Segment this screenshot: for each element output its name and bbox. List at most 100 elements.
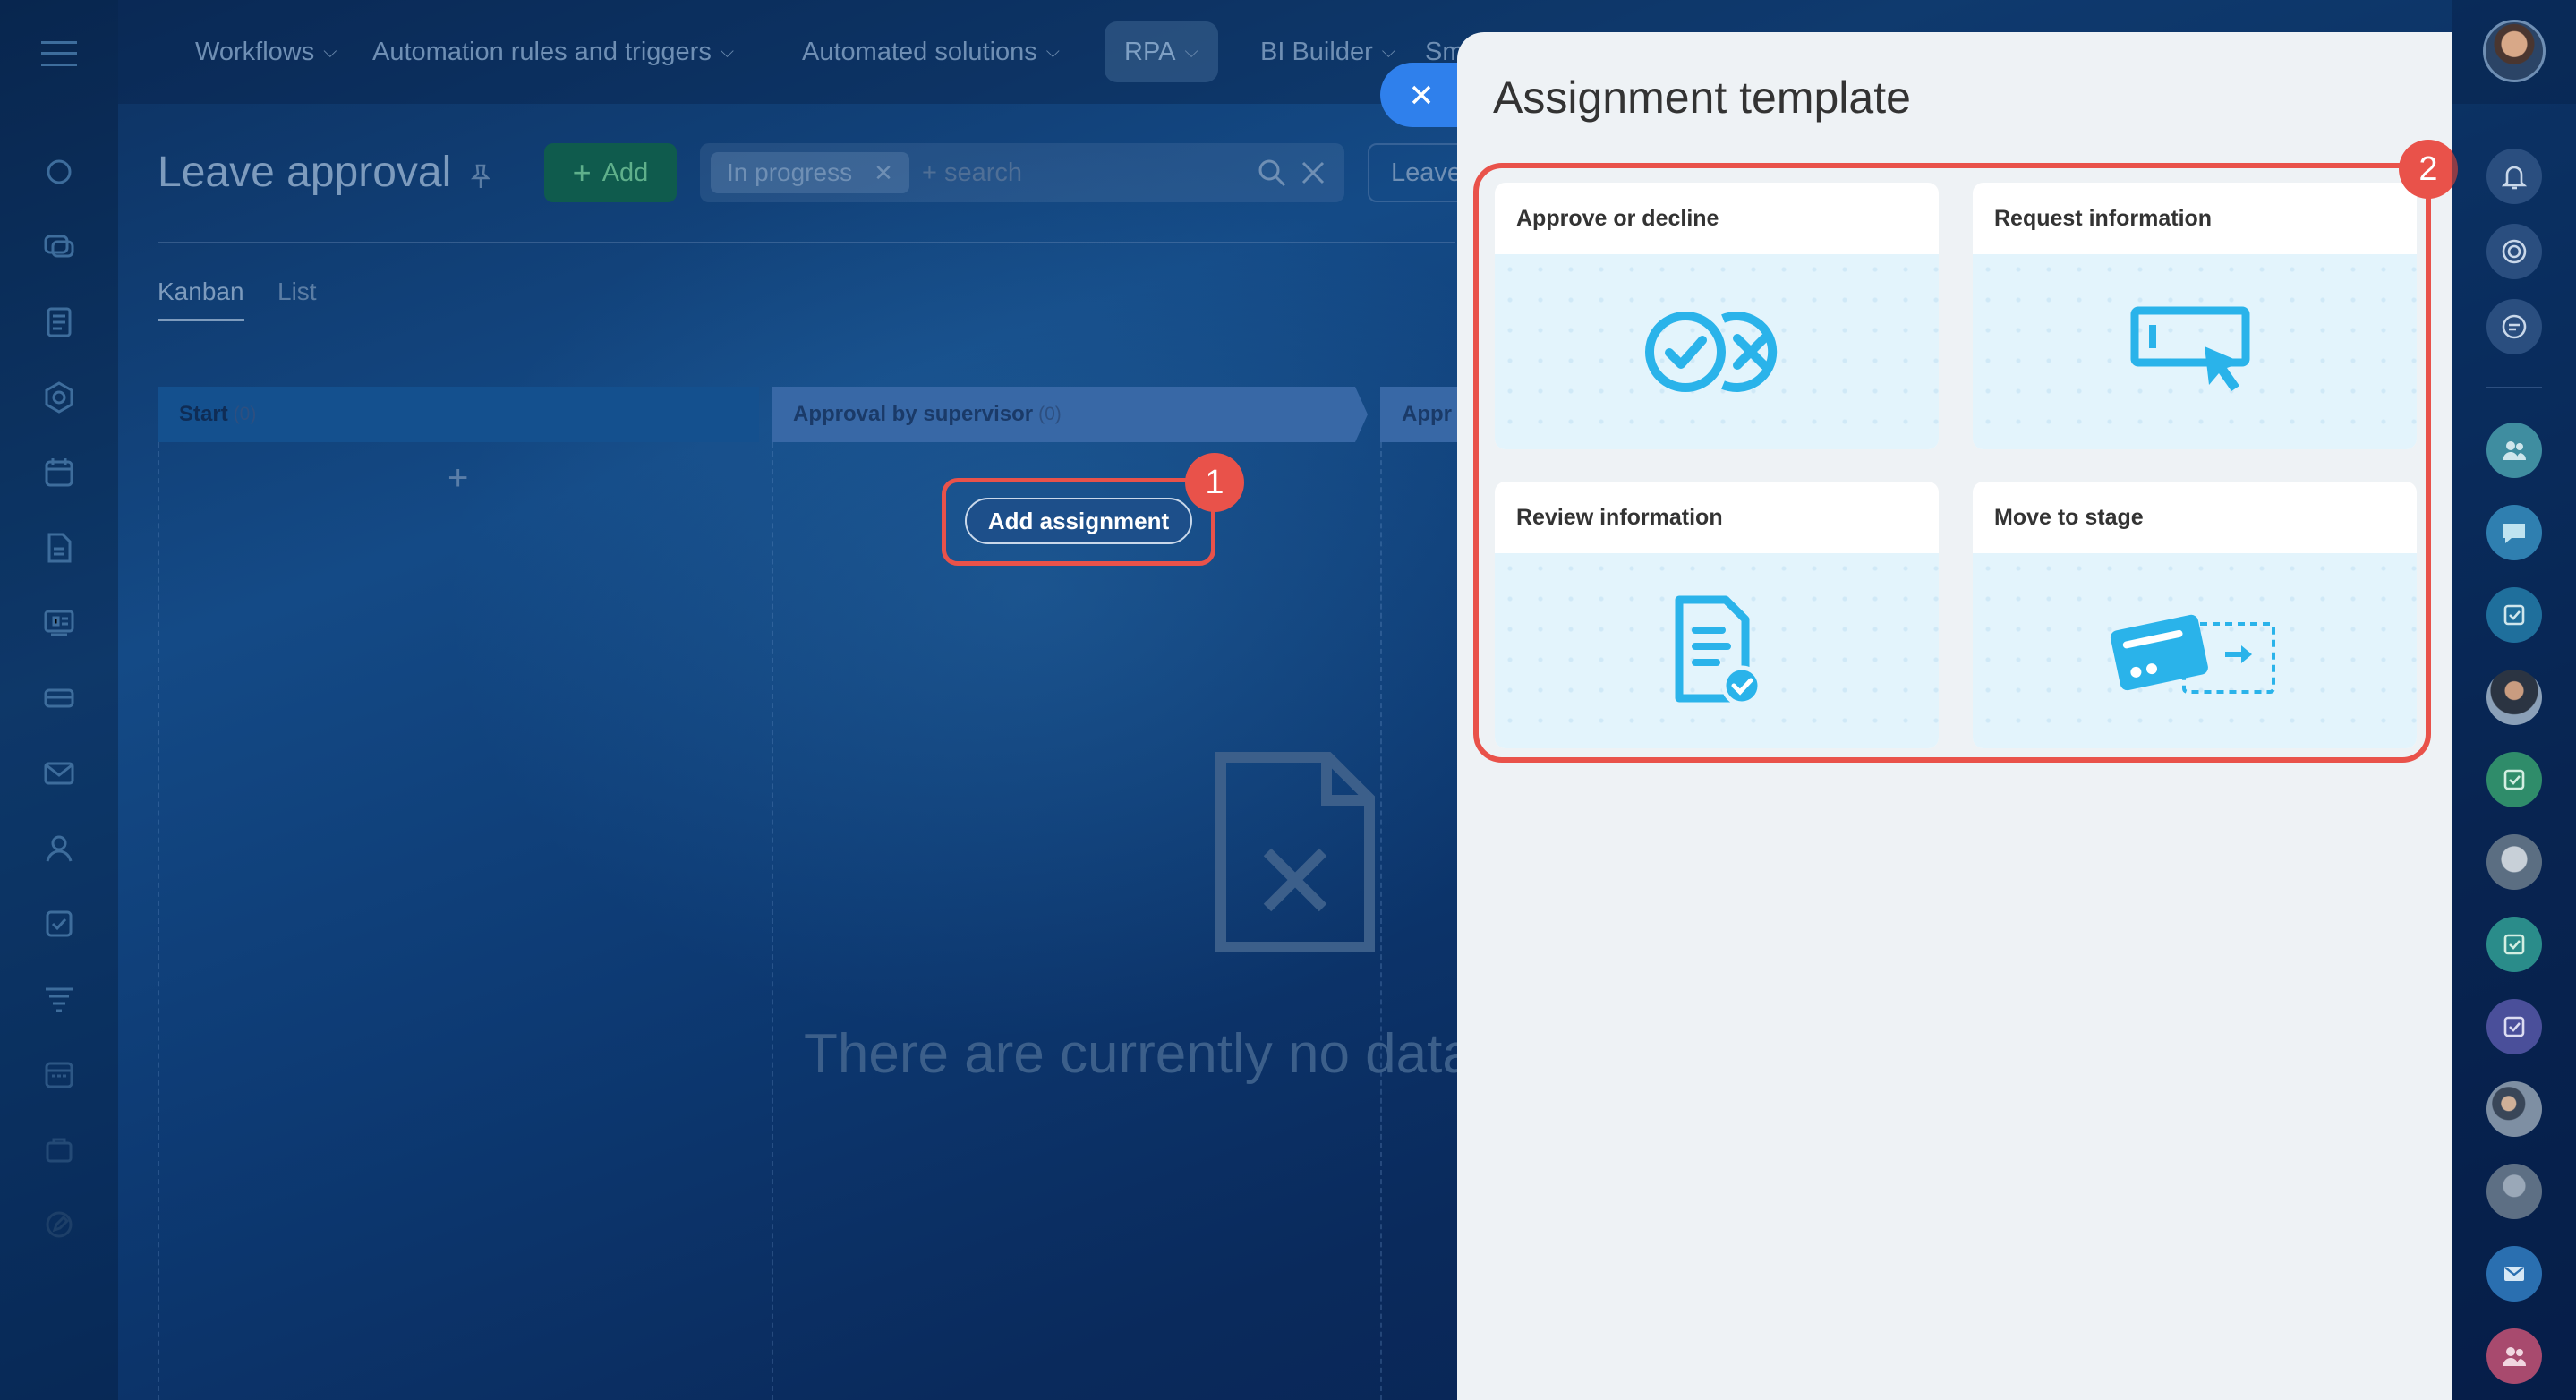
add-button[interactable]: + Add [544,143,677,202]
column-title: Start [179,402,228,426]
tab-kanban[interactable]: Kanban [158,277,244,321]
right-sidebar [2452,0,2576,1400]
mail-chat-avatar[interactable] [2486,1246,2542,1302]
sidebar-item-feed[interactable] [27,134,91,209]
chip-remove-icon[interactable]: ✕ [874,159,893,187]
bell-icon [2501,166,2528,190]
people-icon [2503,441,2526,460]
chevron-down-icon: ⌵ [1381,41,1395,62]
hexagon-icon [45,381,73,414]
notifications-button[interactable] [2486,149,2542,204]
tasks-chat-avatar[interactable] [2486,999,2542,1054]
sidebar-item-tasks[interactable] [27,886,91,961]
sidebar-item-store[interactable] [27,1112,91,1187]
board-icon [44,610,74,636]
search-chat-button[interactable] [2486,299,2542,354]
panel-title: Assignment template [1493,73,1911,123]
clear-icon[interactable] [1300,159,1326,186]
sidebar-item-documents[interactable] [27,285,91,360]
task-check-icon [2503,769,2525,790]
nav-rpa[interactable]: RPA ⌵ [1105,21,1218,82]
empty-document-icon [1215,752,1375,952]
nav-label: BI Builder [1260,37,1373,66]
nav-label: Workflows [195,37,315,66]
sidebar-item-workgroups[interactable] [27,360,91,435]
nav-automation-rules[interactable]: Automation rules and triggers ⌵ [353,21,754,82]
filter-chip[interactable]: In progress ✕ [711,152,909,193]
contact-avatar[interactable] [2486,1164,2542,1219]
funnel-icon [46,987,73,1012]
task-check-icon [2503,934,2525,955]
task-check-icon [2503,1016,2525,1037]
feed-icon [47,159,72,184]
sidebar-item-schedule[interactable] [27,1037,91,1112]
sidebar-item-funnel[interactable] [27,961,91,1037]
chat-icon [44,235,74,258]
filter-search-bar[interactable]: In progress ✕ + search [700,143,1344,202]
assignment-template-panel: Assignment template Approve or decline R… [1457,32,2452,1400]
step-badge: 1 [1185,453,1244,512]
sidebar-item-boards[interactable] [27,585,91,661]
column-header-start[interactable]: Start (0) [158,387,759,442]
sidebar-item-calendar[interactable] [27,435,91,510]
step-badge: 2 [2399,140,2458,199]
user-avatar[interactable] [2483,20,2546,82]
column-appr-body [1380,442,1452,1400]
chat-search-icon [2502,314,2527,339]
tasks-chat-avatar[interactable] [2486,587,2542,643]
column-header-approval[interactable]: Approval by supervisor (0) [772,387,1368,442]
group-chat-avatar[interactable] [2486,423,2542,478]
sidebar-item-drive[interactable] [27,510,91,585]
column-count: (0) [233,404,257,424]
add-assignment-button[interactable]: Add assignment [965,498,1192,544]
file-icon [47,533,72,563]
close-panel-button[interactable] [1380,63,1463,127]
schedule-icon [45,1062,73,1088]
nav-workflows[interactable]: Workflows ⌵ [175,21,356,82]
task-check-icon [2503,604,2525,626]
chevron-down-icon: ⌵ [323,41,337,62]
nav-automated-solutions[interactable]: Automated solutions ⌵ [782,21,1079,82]
highlight-frame [1473,163,2431,763]
store-icon [46,1138,73,1163]
mail-icon [44,762,74,785]
divider [158,242,1455,243]
left-sidebar [0,0,118,1400]
menu-icon[interactable] [41,41,77,66]
sidebar-item-crm[interactable] [27,661,91,736]
add-button-label: Add [601,158,649,187]
contact-avatar[interactable] [2486,834,2542,890]
copilot-button[interactable] [2486,224,2542,279]
mail-icon [2504,1267,2524,1281]
column-count: (0) [1038,404,1062,424]
group-avatar[interactable] [2486,1081,2542,1137]
tasks-chat-avatar[interactable] [2486,917,2542,972]
divider [2486,387,2542,388]
document-list-icon [47,307,72,337]
search-input[interactable]: + search [922,158,1022,188]
add-item-icon[interactable]: + [448,458,468,499]
empty-state-text: There are currently no data [804,1023,1473,1085]
tab-list[interactable]: List [277,277,317,306]
group-chat-avatar[interactable] [2486,1328,2542,1384]
tasks-chat-avatar[interactable] [2486,752,2542,807]
chat-avatar[interactable] [2486,505,2542,560]
page-title: Leave approval [158,149,452,196]
column-title: Approval by supervisor [793,402,1034,426]
nav-label: RPA [1124,37,1176,66]
sidebar-item-employees[interactable] [27,811,91,886]
pin-icon[interactable] [469,163,492,190]
sidebar-item-mail[interactable] [27,736,91,811]
search-icon[interactable] [1257,158,1287,188]
contact-avatar[interactable] [2486,670,2542,725]
card-icon [44,688,74,708]
sidebar-item-chat[interactable] [27,209,91,285]
people-icon [2503,1347,2526,1366]
people-icon [46,835,73,862]
sidebar-item-edit[interactable] [27,1187,91,1262]
column-start-body [158,442,772,1400]
close-icon [1412,85,1431,105]
column-title: Appr [1402,402,1452,426]
calendar-icon [45,458,73,487]
nav-label: Automation rules and triggers [372,37,712,66]
